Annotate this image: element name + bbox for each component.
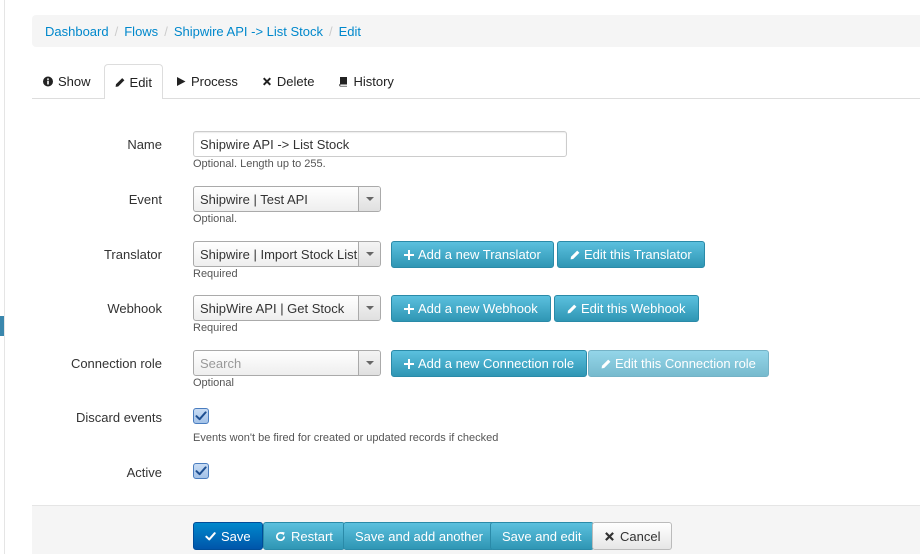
tab-label: History bbox=[353, 74, 394, 89]
discard-events-help: Events won't be fired for created or upd… bbox=[193, 432, 499, 444]
book-icon bbox=[338, 76, 348, 87]
webhook-select[interactable]: ShipWire API | Get Stock bbox=[193, 295, 381, 321]
button-label: Edit this Webhook bbox=[581, 301, 686, 316]
discard-events-checkbox[interactable] bbox=[193, 408, 209, 424]
pencil-icon bbox=[567, 304, 577, 314]
breadcrumb-edit[interactable]: Edit bbox=[339, 24, 361, 39]
active-label: Active bbox=[126, 465, 162, 480]
save-and-edit-button[interactable]: Save and edit bbox=[490, 522, 594, 550]
active-checkbox[interactable] bbox=[193, 463, 209, 479]
connection-role-label: Connection role bbox=[70, 356, 162, 371]
button-label: Edit this Connection role bbox=[615, 356, 756, 371]
name-help: Optional. Length up to 255. bbox=[193, 158, 326, 170]
button-label: Cancel bbox=[620, 528, 661, 544]
pencil-icon bbox=[115, 77, 125, 88]
checkmark-icon bbox=[195, 465, 207, 477]
button-label: Add a new Webhook bbox=[418, 301, 538, 316]
add-webhook-button[interactable]: Add a new Webhook bbox=[391, 295, 551, 322]
breadcrumb-separator: / bbox=[164, 23, 168, 39]
scroll-marker bbox=[0, 316, 4, 336]
edit-translator-button[interactable]: Edit this Translator bbox=[557, 241, 705, 268]
connection-role-help: Optional bbox=[193, 377, 234, 389]
edit-connection-role-button[interactable]: Edit this Connection role bbox=[588, 350, 769, 377]
tab-label: Edit bbox=[129, 74, 152, 90]
add-translator-button[interactable]: Add a new Translator bbox=[391, 241, 554, 268]
translator-help: Required bbox=[193, 268, 238, 280]
plus-icon bbox=[404, 249, 414, 260]
cancel-button[interactable]: Cancel bbox=[592, 522, 673, 550]
breadcrumb-dashboard[interactable]: Dashboard bbox=[45, 24, 109, 39]
breadcrumb-flow-record[interactable]: Shipwire API -> List Stock bbox=[174, 24, 323, 39]
checkmark-icon bbox=[205, 531, 216, 542]
form-actions: Save Restart Save and add another Save a… bbox=[32, 505, 920, 554]
webhook-label: Webhook bbox=[107, 301, 162, 316]
checkmark-icon bbox=[195, 410, 207, 422]
dropdown-arrow-icon bbox=[358, 242, 380, 266]
left-border bbox=[4, 0, 5, 554]
button-label: Add a new Connection role bbox=[418, 356, 575, 371]
translator-value: Shipwire | Import Stock List bbox=[200, 246, 358, 262]
event-label: Event bbox=[128, 192, 162, 207]
webhook-help: Required bbox=[193, 322, 238, 334]
button-label: Save and edit bbox=[502, 528, 582, 544]
pencil-icon bbox=[601, 359, 611, 369]
dropdown-arrow-icon bbox=[358, 187, 380, 211]
remove-icon bbox=[262, 76, 272, 87]
plus-icon bbox=[404, 303, 414, 314]
button-label: Edit this Translator bbox=[584, 247, 692, 262]
refresh-icon bbox=[275, 531, 286, 542]
button-label: Save bbox=[221, 528, 251, 544]
plus-icon bbox=[404, 358, 414, 369]
event-select[interactable]: Shipwire | Test API bbox=[193, 186, 381, 212]
connection-role-placeholder: Search bbox=[200, 355, 242, 371]
translator-label: Translator bbox=[103, 247, 162, 262]
tab-label: Show bbox=[58, 74, 91, 89]
breadcrumb: Dashboard / Flows / Shipwire API -> List… bbox=[32, 15, 920, 47]
tab-label: Process bbox=[190, 74, 238, 89]
breadcrumb-separator: / bbox=[114, 23, 119, 39]
webhook-value: ShipWire API | Get Stock bbox=[200, 300, 345, 316]
button-label: Save and add another bbox=[355, 528, 483, 544]
dropdown-arrow-icon bbox=[358, 296, 380, 320]
tab-delete[interactable]: Delete bbox=[251, 64, 326, 98]
name-label: Name bbox=[127, 137, 162, 152]
save-button[interactable]: Save bbox=[193, 522, 263, 550]
action-tabs: Show Edit Process Delete History bbox=[32, 64, 920, 99]
tab-label: Delete bbox=[276, 74, 315, 89]
restart-button[interactable]: Restart bbox=[263, 522, 345, 550]
tab-history[interactable]: History bbox=[327, 64, 404, 98]
save-and-add-another-button[interactable]: Save and add another bbox=[343, 522, 495, 550]
breadcrumb-flows[interactable]: Flows bbox=[124, 24, 158, 39]
info-sign-icon bbox=[43, 76, 53, 87]
edit-webhook-button[interactable]: Edit this Webhook bbox=[554, 295, 699, 322]
add-connection-role-button[interactable]: Add a new Connection role bbox=[391, 350, 588, 377]
pencil-icon bbox=[570, 250, 580, 260]
discard-events-label: Discard events bbox=[76, 410, 162, 425]
connection-role-select[interactable]: Search bbox=[193, 350, 381, 376]
play-icon bbox=[176, 76, 186, 87]
breadcrumb-separator: / bbox=[329, 23, 333, 39]
tab-show[interactable]: Show bbox=[32, 64, 102, 98]
name-input[interactable]: Shipwire API -> List Stock bbox=[193, 131, 567, 157]
event-help: Optional. bbox=[193, 213, 238, 225]
close-icon bbox=[604, 531, 615, 542]
tab-edit[interactable]: Edit bbox=[103, 64, 163, 99]
tab-process[interactable]: Process bbox=[165, 64, 249, 98]
button-label: Restart bbox=[291, 528, 333, 544]
event-value: Shipwire | Test API bbox=[200, 191, 308, 207]
dropdown-arrow-icon bbox=[358, 351, 380, 375]
button-label: Add a new Translator bbox=[418, 247, 541, 262]
translator-select[interactable]: Shipwire | Import Stock List bbox=[193, 241, 381, 267]
